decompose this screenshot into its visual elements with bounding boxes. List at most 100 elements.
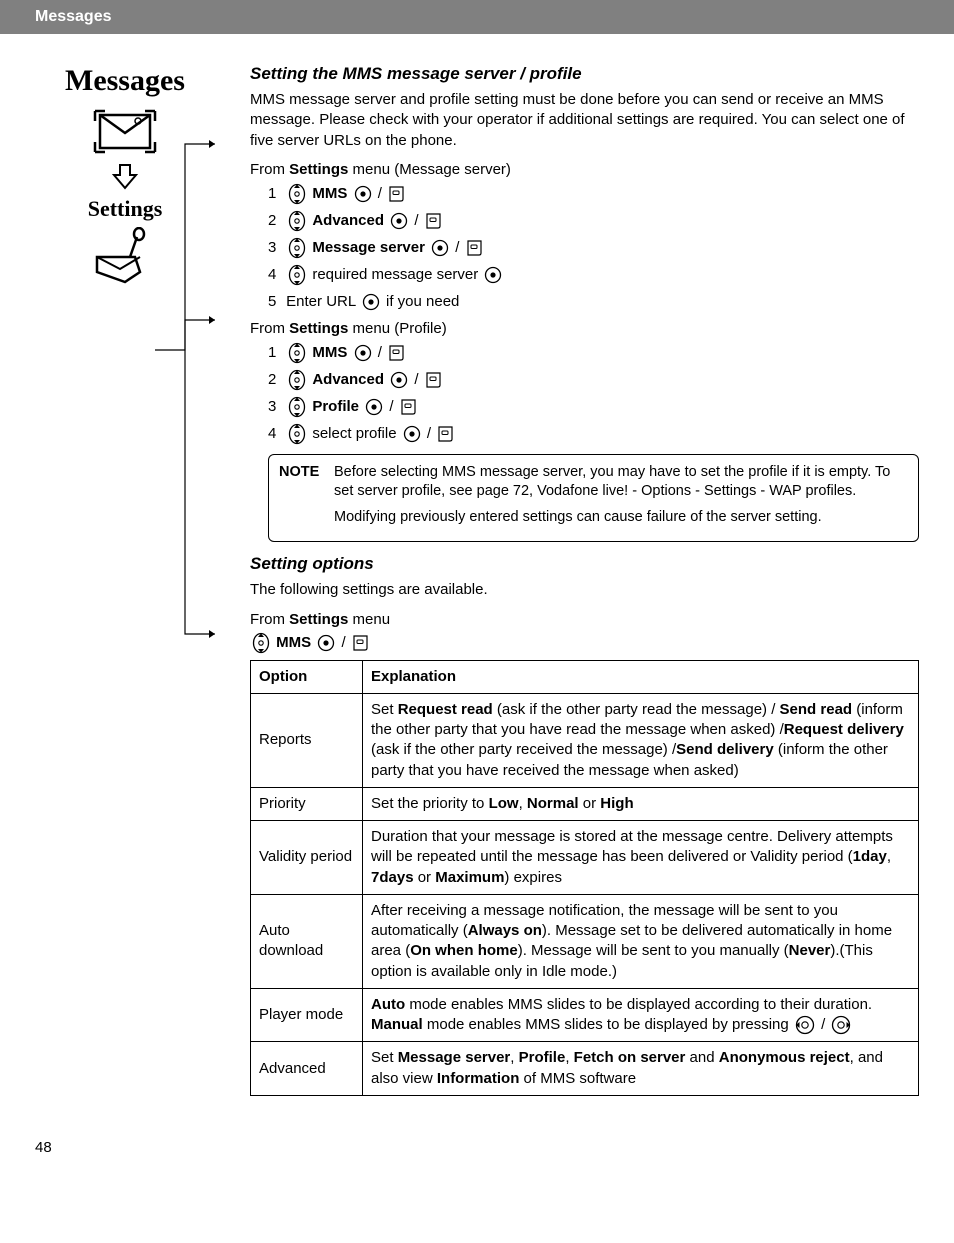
opt-expl: Set Request read (ask if the other party… — [363, 693, 919, 787]
nav-updown-icon — [288, 210, 306, 232]
table-header-row: Option Explanation — [251, 660, 919, 693]
page-body: Messages Settings Setting the — [0, 34, 954, 1146]
left-column: Messages Settings — [35, 54, 215, 297]
opt-expl: Set Message server, Profile, Fetch on se… — [363, 1042, 919, 1096]
opt-expl: Auto mode enables MMS slides to be displ… — [363, 988, 919, 1042]
softkey-icon — [466, 238, 484, 257]
t: menu (Profile) — [348, 320, 446, 337]
t: From — [250, 611, 289, 628]
nav-right-icon — [831, 1015, 851, 1035]
label: Profile — [312, 398, 359, 415]
step: 2 Advanced / — [268, 368, 919, 392]
softkey-icon — [437, 424, 455, 443]
step: 4 select profile / — [268, 422, 919, 446]
section2-title: Setting options — [250, 554, 919, 574]
nav-updown-icon — [288, 264, 306, 286]
opt-name: Priority — [251, 787, 363, 820]
t: Enter URL — [286, 293, 360, 310]
t: if you need — [386, 293, 459, 310]
page-number: 48 — [35, 1139, 52, 1156]
table-row: Validity period Duration that your messa… — [251, 821, 919, 895]
center-key-icon — [317, 634, 335, 652]
step: 3 Message server / — [268, 236, 919, 260]
note-body: Before selecting MMS message server, you… — [334, 463, 908, 528]
table-row: Auto download After receiving a message … — [251, 894, 919, 988]
opt-name: Player mode — [251, 988, 363, 1042]
step: 1 MMS / — [268, 341, 919, 365]
label: select profile — [312, 425, 396, 442]
nav-left-icon — [795, 1015, 815, 1035]
nav-updown-icon — [288, 237, 306, 259]
t: / — [378, 185, 386, 202]
label: Advanced — [312, 371, 384, 388]
options-table: Option Explanation Reports Set Request r… — [250, 660, 919, 1096]
section2-from: From Settings menu — [250, 611, 919, 628]
t: / — [414, 371, 422, 388]
table-row: Advanced Set Message server, Profile, Fe… — [251, 1042, 919, 1096]
header-title: Messages — [35, 8, 112, 25]
opt-name: Validity period — [251, 821, 363, 895]
softkey-icon — [352, 633, 370, 652]
nav-updown-icon — [288, 183, 306, 205]
note-p1: Before selecting MMS message server, you… — [334, 463, 908, 502]
th-explanation: Explanation — [363, 660, 919, 693]
t: menu — [348, 611, 390, 628]
note-box: NOTE Before selecting MMS message server… — [268, 454, 919, 543]
label: required message server — [312, 266, 478, 283]
opt-expl: After receiving a message notification, … — [363, 894, 919, 988]
opt-name: Auto download — [251, 894, 363, 988]
label: MMS — [312, 185, 347, 202]
nav-updown-icon — [252, 632, 270, 654]
section1-intro: MMS message server and profile setting m… — [250, 90, 919, 151]
opt-expl: Duration that your message is stored at … — [363, 821, 919, 895]
step: 5 Enter URL if you need — [268, 290, 919, 314]
label: MMS — [276, 634, 311, 651]
step: 1 MMS / — [268, 182, 919, 206]
section2-nav: MMS / — [250, 632, 919, 654]
settings-icon — [85, 227, 165, 297]
t: / — [389, 398, 397, 415]
t: From — [250, 161, 289, 178]
t: / — [414, 212, 422, 229]
opt-expl: Set the priority to Low, Normal or High — [363, 787, 919, 820]
down-arrow-icon — [110, 163, 140, 191]
label: Advanced — [312, 212, 384, 229]
proc1-steps: 1 MMS / 2 Advanced / 3 Message server / — [250, 182, 919, 314]
t: Settings — [289, 611, 348, 628]
label: Message server — [312, 239, 425, 256]
softkey-icon — [400, 397, 418, 416]
right-column: Setting the MMS message server / profile… — [250, 64, 919, 1096]
step: 4 required message server — [268, 263, 919, 287]
t: menu (Message server) — [348, 161, 511, 178]
proc1-from: From Settings menu (Message server) — [250, 161, 919, 178]
center-key-icon — [354, 185, 372, 203]
softkey-icon — [388, 343, 406, 362]
table-row: Reports Set Request read (ask if the oth… — [251, 693, 919, 787]
section2-intro: The following settings are available. — [250, 580, 919, 600]
opt-name: Reports — [251, 693, 363, 787]
label: MMS — [312, 344, 347, 361]
softkey-icon — [388, 184, 406, 203]
nav-updown-icon — [288, 342, 306, 364]
header-bar: Messages — [0, 0, 954, 34]
nav-updown-icon — [288, 369, 306, 391]
note-p2: Modifying previously entered settings ca… — [334, 508, 908, 528]
center-key-icon — [390, 212, 408, 230]
t: / — [455, 239, 463, 256]
softkey-icon — [425, 370, 443, 389]
opt-name: Advanced — [251, 1042, 363, 1096]
proc2-steps: 1 MMS / 2 Advanced / 3 Profile / — [250, 341, 919, 446]
softkey-icon — [425, 211, 443, 230]
proc2-from: From Settings menu (Profile) — [250, 320, 919, 337]
table-row: Priority Set the priority to Low, Normal… — [251, 787, 919, 820]
th-option: Option — [251, 660, 363, 693]
center-key-icon — [403, 425, 421, 443]
t: / — [342, 634, 350, 651]
table-row: Player mode Auto mode enables MMS slides… — [251, 988, 919, 1042]
step: 3 Profile / — [268, 395, 919, 419]
t: / — [378, 344, 386, 361]
nav-updown-icon — [288, 423, 306, 445]
center-key-icon — [431, 239, 449, 257]
t: From — [250, 320, 289, 337]
center-key-icon — [362, 293, 380, 311]
